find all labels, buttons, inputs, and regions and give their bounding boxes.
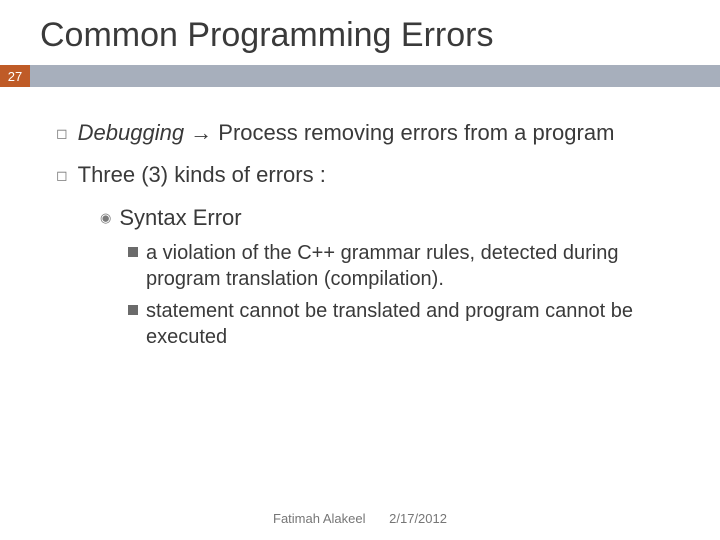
term-debugging: Debugging [78, 120, 184, 145]
content-area: ◻ Debugging → Process removing errors fr… [0, 87, 720, 350]
bullet-level1: ◻ Debugging → Process removing errors fr… [56, 119, 684, 147]
bullet-level3: a violation of the C++ grammar rules, de… [128, 240, 684, 292]
footer-date: 2/17/2012 [389, 511, 447, 526]
bullet-text: Three (3) kinds of errors : [78, 161, 684, 189]
bullet-level1: ◻ Three (3) kinds of errors : [56, 161, 684, 189]
definition-text: Process removing errors from a program [218, 120, 614, 145]
slide-footer: Fatimah Alakeel 2/17/2012 [0, 511, 720, 526]
bullet-text: a violation of the C++ grammar rules, de… [146, 240, 684, 292]
square-bullet-icon: ◻ [56, 167, 68, 189]
bullet-text: Debugging → Process removing errors from… [78, 119, 684, 147]
filled-square-icon [128, 247, 138, 257]
bullet-level2: ◉ Syntax Error [100, 204, 684, 232]
arrow-icon: → [184, 120, 218, 145]
page-number-badge: 27 [0, 65, 30, 87]
square-bullet-icon: ◻ [56, 125, 68, 147]
footer-author: Fatimah Alakeel [273, 511, 366, 526]
slide-title: Common Programming Errors [0, 0, 720, 65]
header-bar: 27 [0, 65, 720, 87]
bullet-text: Syntax Error [119, 204, 241, 232]
bullet-text: statement cannot be translated and progr… [146, 298, 684, 350]
bullet-level3: statement cannot be translated and progr… [128, 298, 684, 350]
filled-square-icon [128, 305, 138, 315]
header-bar-fill [30, 65, 720, 87]
target-bullet-icon: ◉ [100, 210, 111, 232]
